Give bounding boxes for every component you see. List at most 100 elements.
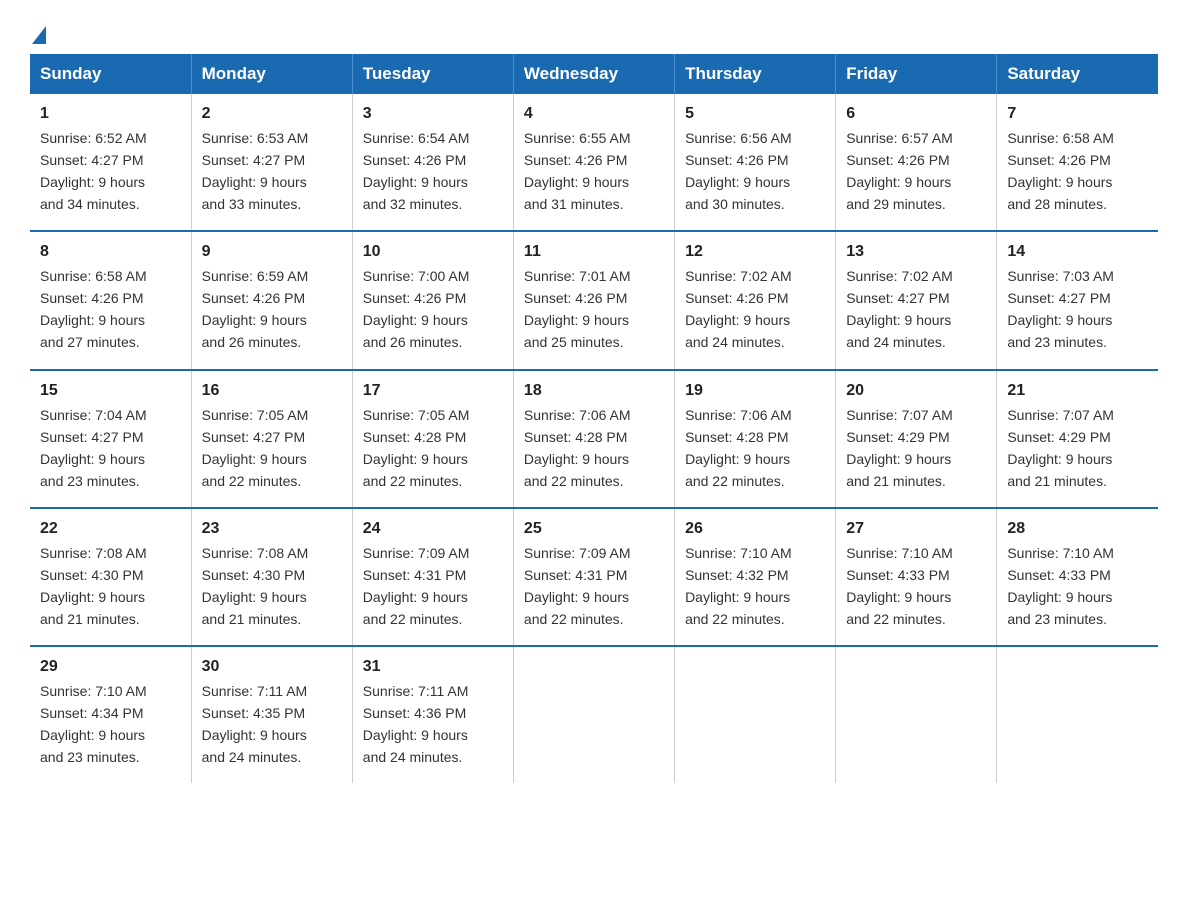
calendar-day-cell: 13 Sunrise: 7:02 AMSunset: 4:27 PMDayligh…: [836, 231, 997, 369]
day-info: Sunrise: 7:04 AMSunset: 4:27 PMDaylight:…: [40, 407, 147, 489]
day-info: Sunrise: 7:08 AMSunset: 4:30 PMDaylight:…: [202, 545, 309, 627]
calendar-day-cell: 19 Sunrise: 7:06 AMSunset: 4:28 PMDayligh…: [675, 370, 836, 508]
day-info: Sunrise: 7:06 AMSunset: 4:28 PMDaylight:…: [685, 407, 792, 489]
day-info: Sunrise: 7:02 AMSunset: 4:26 PMDaylight:…: [685, 268, 792, 350]
calendar-week-row: 29Sunrise: 7:10 AMSunset: 4:34 PMDayligh…: [30, 646, 1158, 783]
day-number: 11: [524, 240, 664, 263]
calendar-day-cell: 25 Sunrise: 7:09 AMSunset: 4:31 PMDayligh…: [513, 508, 674, 646]
day-info: Sunrise: 7:10 AMSunset: 4:33 PMDaylight:…: [1007, 545, 1114, 627]
day-number: 6: [846, 102, 986, 125]
day-info: Sunrise: 7:07 AMSunset: 4:29 PMDaylight:…: [846, 407, 953, 489]
day-header-thursday: Thursday: [675, 54, 836, 94]
day-number: 7: [1007, 102, 1148, 125]
day-header-tuesday: Tuesday: [352, 54, 513, 94]
day-number: 31: [363, 655, 503, 678]
page-header: [30, 20, 1158, 44]
day-info: Sunrise: 7:05 AMSunset: 4:27 PMDaylight:…: [202, 407, 309, 489]
calendar-day-cell: 11 Sunrise: 7:01 AMSunset: 4:26 PMDayligh…: [513, 231, 674, 369]
day-info: Sunrise: 6:52 AMSunset: 4:27 PMDaylight:…: [40, 130, 147, 212]
calendar-day-cell: 18Sunrise: 7:06 AMSunset: 4:28 PMDayligh…: [513, 370, 674, 508]
day-number: 17: [363, 379, 503, 402]
day-info: Sunrise: 7:11 AMSunset: 4:36 PMDaylight:…: [363, 683, 469, 765]
calendar-day-cell: 23 Sunrise: 7:08 AMSunset: 4:30 PMDayligh…: [191, 508, 352, 646]
day-number: 30: [202, 655, 342, 678]
calendar-day-cell: 12 Sunrise: 7:02 AMSunset: 4:26 PMDayligh…: [675, 231, 836, 369]
day-info: Sunrise: 7:03 AMSunset: 4:27 PMDaylight:…: [1007, 268, 1114, 350]
calendar-day-cell: 10Sunrise: 7:00 AMSunset: 4:26 PMDayligh…: [352, 231, 513, 369]
day-number: 8: [40, 240, 181, 263]
calendar-day-cell: 28 Sunrise: 7:10 AMSunset: 4:33 PMDayligh…: [997, 508, 1158, 646]
day-info: Sunrise: 7:10 AMSunset: 4:32 PMDaylight:…: [685, 545, 792, 627]
day-number: 10: [363, 240, 503, 263]
day-number: 16: [202, 379, 342, 402]
day-number: 5: [685, 102, 825, 125]
calendar-day-cell: 26 Sunrise: 7:10 AMSunset: 4:32 PMDayligh…: [675, 508, 836, 646]
day-number: 29: [40, 655, 181, 678]
day-info: Sunrise: 7:05 AMSunset: 4:28 PMDaylight:…: [363, 407, 470, 489]
calendar-day-cell: 20 Sunrise: 7:07 AMSunset: 4:29 PMDayligh…: [836, 370, 997, 508]
calendar-day-cell: 14 Sunrise: 7:03 AMSunset: 4:27 PMDayligh…: [997, 231, 1158, 369]
day-info: Sunrise: 6:53 AMSunset: 4:27 PMDaylight:…: [202, 130, 309, 212]
calendar-day-cell: 21 Sunrise: 7:07 AMSunset: 4:29 PMDayligh…: [997, 370, 1158, 508]
calendar-day-cell: 4 Sunrise: 6:55 AMSunset: 4:26 PMDaylight…: [513, 94, 674, 231]
calendar-day-cell: [836, 646, 997, 783]
day-number: 21: [1007, 379, 1148, 402]
calendar-day-cell: 9Sunrise: 6:59 AMSunset: 4:26 PMDaylight…: [191, 231, 352, 369]
day-number: 28: [1007, 517, 1148, 540]
day-info: Sunrise: 7:09 AMSunset: 4:31 PMDaylight:…: [363, 545, 470, 627]
day-number: 3: [363, 102, 503, 125]
calendar-week-row: 22 Sunrise: 7:08 AMSunset: 4:30 PMDayligh…: [30, 508, 1158, 646]
calendar-day-cell: [513, 646, 674, 783]
day-number: 1: [40, 102, 181, 125]
day-number: 26: [685, 517, 825, 540]
day-header-sunday: Sunday: [30, 54, 191, 94]
calendar-day-cell: 1 Sunrise: 6:52 AMSunset: 4:27 PMDaylight…: [30, 94, 191, 231]
calendar-week-row: 8 Sunrise: 6:58 AMSunset: 4:26 PMDaylight…: [30, 231, 1158, 369]
calendar-day-cell: 5 Sunrise: 6:56 AMSunset: 4:26 PMDaylight…: [675, 94, 836, 231]
day-number: 23: [202, 517, 342, 540]
calendar-week-row: 15Sunrise: 7:04 AMSunset: 4:27 PMDayligh…: [30, 370, 1158, 508]
logo: [30, 20, 46, 44]
day-number: 12: [685, 240, 825, 263]
day-number: 20: [846, 379, 986, 402]
day-info: Sunrise: 7:08 AMSunset: 4:30 PMDaylight:…: [40, 545, 147, 627]
day-header-monday: Monday: [191, 54, 352, 94]
calendar-day-cell: 2Sunrise: 6:53 AMSunset: 4:27 PMDaylight…: [191, 94, 352, 231]
day-number: 18: [524, 379, 664, 402]
calendar-day-cell: 3Sunrise: 6:54 AMSunset: 4:26 PMDaylight…: [352, 94, 513, 231]
day-info: Sunrise: 6:59 AMSunset: 4:26 PMDaylight:…: [202, 268, 309, 350]
day-info: Sunrise: 7:07 AMSunset: 4:29 PMDaylight:…: [1007, 407, 1114, 489]
day-number: 13: [846, 240, 986, 263]
day-number: 19: [685, 379, 825, 402]
calendar-day-cell: 22 Sunrise: 7:08 AMSunset: 4:30 PMDayligh…: [30, 508, 191, 646]
calendar-day-cell: 30Sunrise: 7:11 AMSunset: 4:35 PMDayligh…: [191, 646, 352, 783]
logo-triangle-icon: [32, 26, 46, 44]
day-number: 4: [524, 102, 664, 125]
calendar-day-cell: 29Sunrise: 7:10 AMSunset: 4:34 PMDayligh…: [30, 646, 191, 783]
day-header-saturday: Saturday: [997, 54, 1158, 94]
day-number: 27: [846, 517, 986, 540]
calendar-day-cell: 16 Sunrise: 7:05 AMSunset: 4:27 PMDayligh…: [191, 370, 352, 508]
calendar-day-cell: 7Sunrise: 6:58 AMSunset: 4:26 PMDaylight…: [997, 94, 1158, 231]
day-info: Sunrise: 7:02 AMSunset: 4:27 PMDaylight:…: [846, 268, 953, 350]
day-header-wednesday: Wednesday: [513, 54, 674, 94]
calendar-day-cell: 17 Sunrise: 7:05 AMSunset: 4:28 PMDayligh…: [352, 370, 513, 508]
calendar-table: SundayMondayTuesdayWednesdayThursdayFrid…: [30, 54, 1158, 783]
day-info: Sunrise: 6:55 AMSunset: 4:26 PMDaylight:…: [524, 130, 631, 212]
day-info: Sunrise: 7:01 AMSunset: 4:26 PMDaylight:…: [524, 268, 631, 350]
calendar-day-cell: 31 Sunrise: 7:11 AMSunset: 4:36 PMDayligh…: [352, 646, 513, 783]
day-number: 14: [1007, 240, 1148, 263]
day-info: Sunrise: 7:09 AMSunset: 4:31 PMDaylight:…: [524, 545, 631, 627]
day-number: 24: [363, 517, 503, 540]
calendar-week-row: 1 Sunrise: 6:52 AMSunset: 4:27 PMDaylight…: [30, 94, 1158, 231]
calendar-day-cell: [997, 646, 1158, 783]
day-number: 25: [524, 517, 664, 540]
calendar-day-cell: 15Sunrise: 7:04 AMSunset: 4:27 PMDayligh…: [30, 370, 191, 508]
day-number: 22: [40, 517, 181, 540]
calendar-header-row: SundayMondayTuesdayWednesdayThursdayFrid…: [30, 54, 1158, 94]
calendar-day-cell: [675, 646, 836, 783]
calendar-day-cell: 24 Sunrise: 7:09 AMSunset: 4:31 PMDayligh…: [352, 508, 513, 646]
day-info: Sunrise: 6:56 AMSunset: 4:26 PMDaylight:…: [685, 130, 792, 212]
day-info: Sunrise: 6:58 AMSunset: 4:26 PMDaylight:…: [40, 268, 147, 350]
logo-general: [30, 28, 46, 46]
